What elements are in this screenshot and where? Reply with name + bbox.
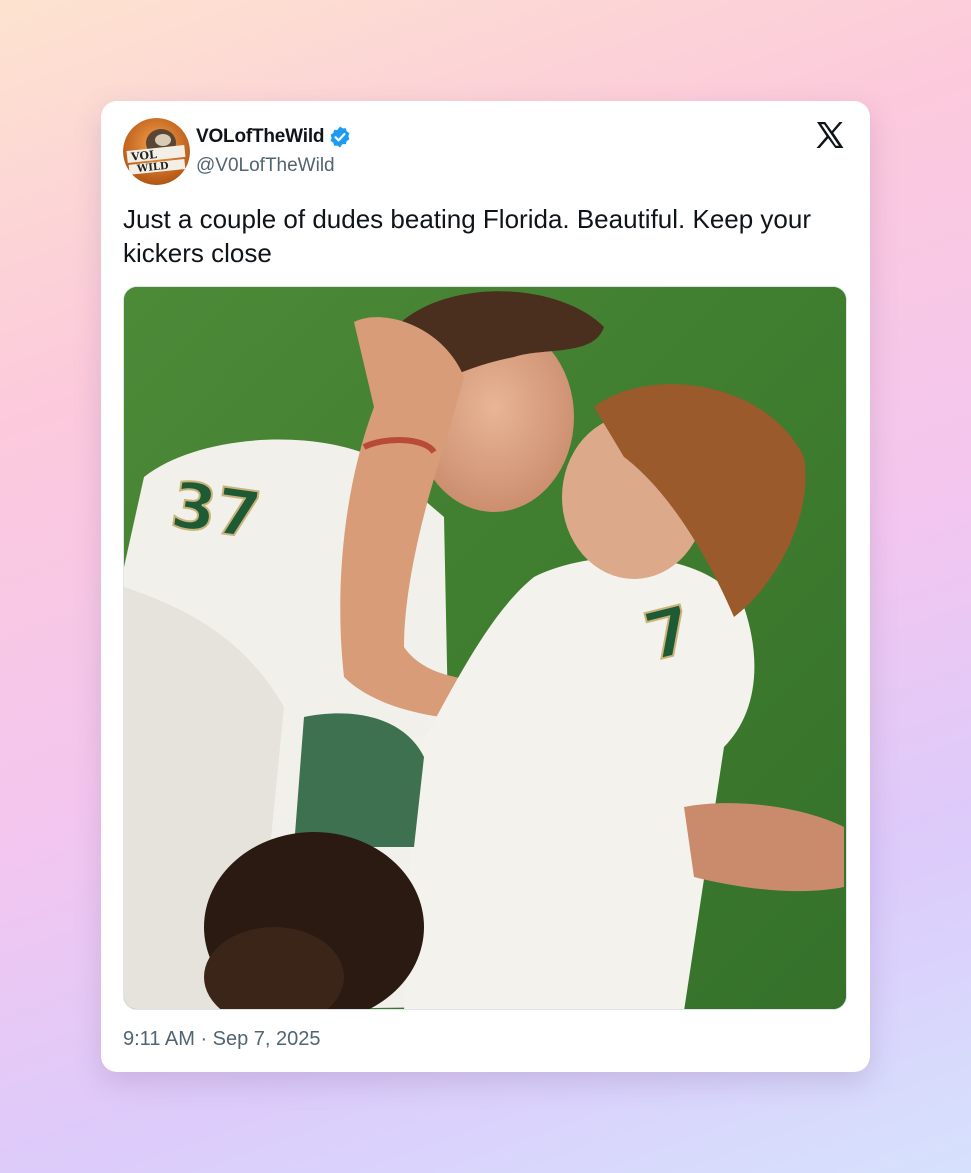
avatar[interactable]: VOL WILD <box>123 118 190 185</box>
display-name[interactable]: VOLofTheWild <box>196 126 325 148</box>
svg-text:37: 37 <box>167 468 265 554</box>
tweet-timestamp[interactable]: 9:11 AM · Sep 7, 2025 <box>123 1028 321 1051</box>
tweet-media-image[interactable]: 37 7 <box>123 286 847 1010</box>
verified-badge-icon <box>328 125 352 149</box>
x-logo-icon[interactable] <box>814 119 846 151</box>
tweet-text: Just a couple of dudes beating Florida. … <box>123 204 811 268</box>
tweet-card[interactable]: VOL WILD VOLofTheWild @V0LofTheWild Just… <box>101 101 870 1072</box>
handle[interactable]: @V0LofTheWild <box>196 155 335 177</box>
author-name-row[interactable]: VOLofTheWild <box>196 125 352 149</box>
